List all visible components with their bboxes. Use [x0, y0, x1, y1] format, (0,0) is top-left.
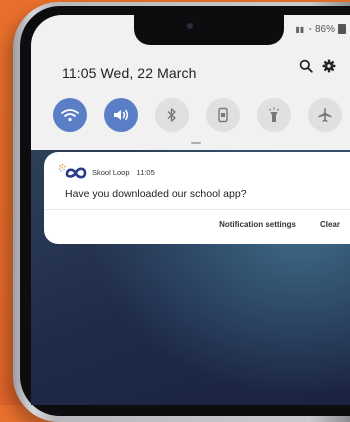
clear-button[interactable]: Clear	[320, 220, 340, 229]
volume-icon	[114, 109, 129, 121]
notification-message: Have you downloaded our school app?	[65, 188, 247, 200]
front-camera-icon	[187, 23, 193, 29]
bluetooth-icon	[167, 108, 176, 122]
notification-settings-button[interactable]: Notification settings	[219, 220, 296, 229]
battery-icon	[338, 24, 346, 34]
wifi-status-icon: ◔	[307, 24, 312, 34]
panel-date: Wed, 22 March	[100, 65, 197, 81]
quick-settings-row	[53, 98, 342, 132]
status-bar: ▮▮ ◔ 86%	[295, 23, 346, 35]
flashlight-icon	[269, 107, 279, 122]
battery-percent: 86%	[314, 23, 335, 35]
quick-setting-wifi[interactable]	[53, 98, 87, 132]
gear-icon[interactable]	[322, 59, 336, 73]
airplane-icon	[318, 108, 332, 122]
skool-loop-logo-icon	[58, 163, 87, 179]
notification-card[interactable]: Skool Loop 11:05 Have you downloaded our…	[44, 152, 350, 244]
signal-icon: ▮▮	[295, 24, 305, 34]
wifi-icon	[61, 109, 79, 122]
quick-setting-airplane[interactable]	[308, 98, 342, 132]
quick-setting-bluetooth[interactable]	[155, 98, 189, 132]
panel-datetime: 11:05 Wed, 22 March	[62, 65, 196, 81]
notification-time: 11:05	[136, 167, 155, 177]
portrait-lock-icon	[218, 107, 228, 123]
quick-setting-sound[interactable]	[104, 98, 138, 132]
camera-notch	[134, 15, 284, 45]
phone-screen: ▮▮ ◔ 86% 11:05 Wed, 22 March Skool Loop …	[31, 15, 350, 405]
search-icon[interactable]	[299, 59, 313, 73]
quick-setting-rotation[interactable]	[206, 98, 240, 132]
panel-time: 11:05	[62, 65, 97, 81]
notification-app-name: Skool Loop	[92, 167, 130, 177]
panel-drag-handle[interactable]	[191, 142, 201, 144]
notification-divider	[44, 209, 350, 210]
notification-actions: Notification settings Clear	[219, 220, 340, 229]
quick-setting-flashlight[interactable]	[257, 98, 291, 132]
panel-actions	[299, 59, 336, 73]
notification-header: Skool Loop 11:05	[58, 163, 155, 181]
